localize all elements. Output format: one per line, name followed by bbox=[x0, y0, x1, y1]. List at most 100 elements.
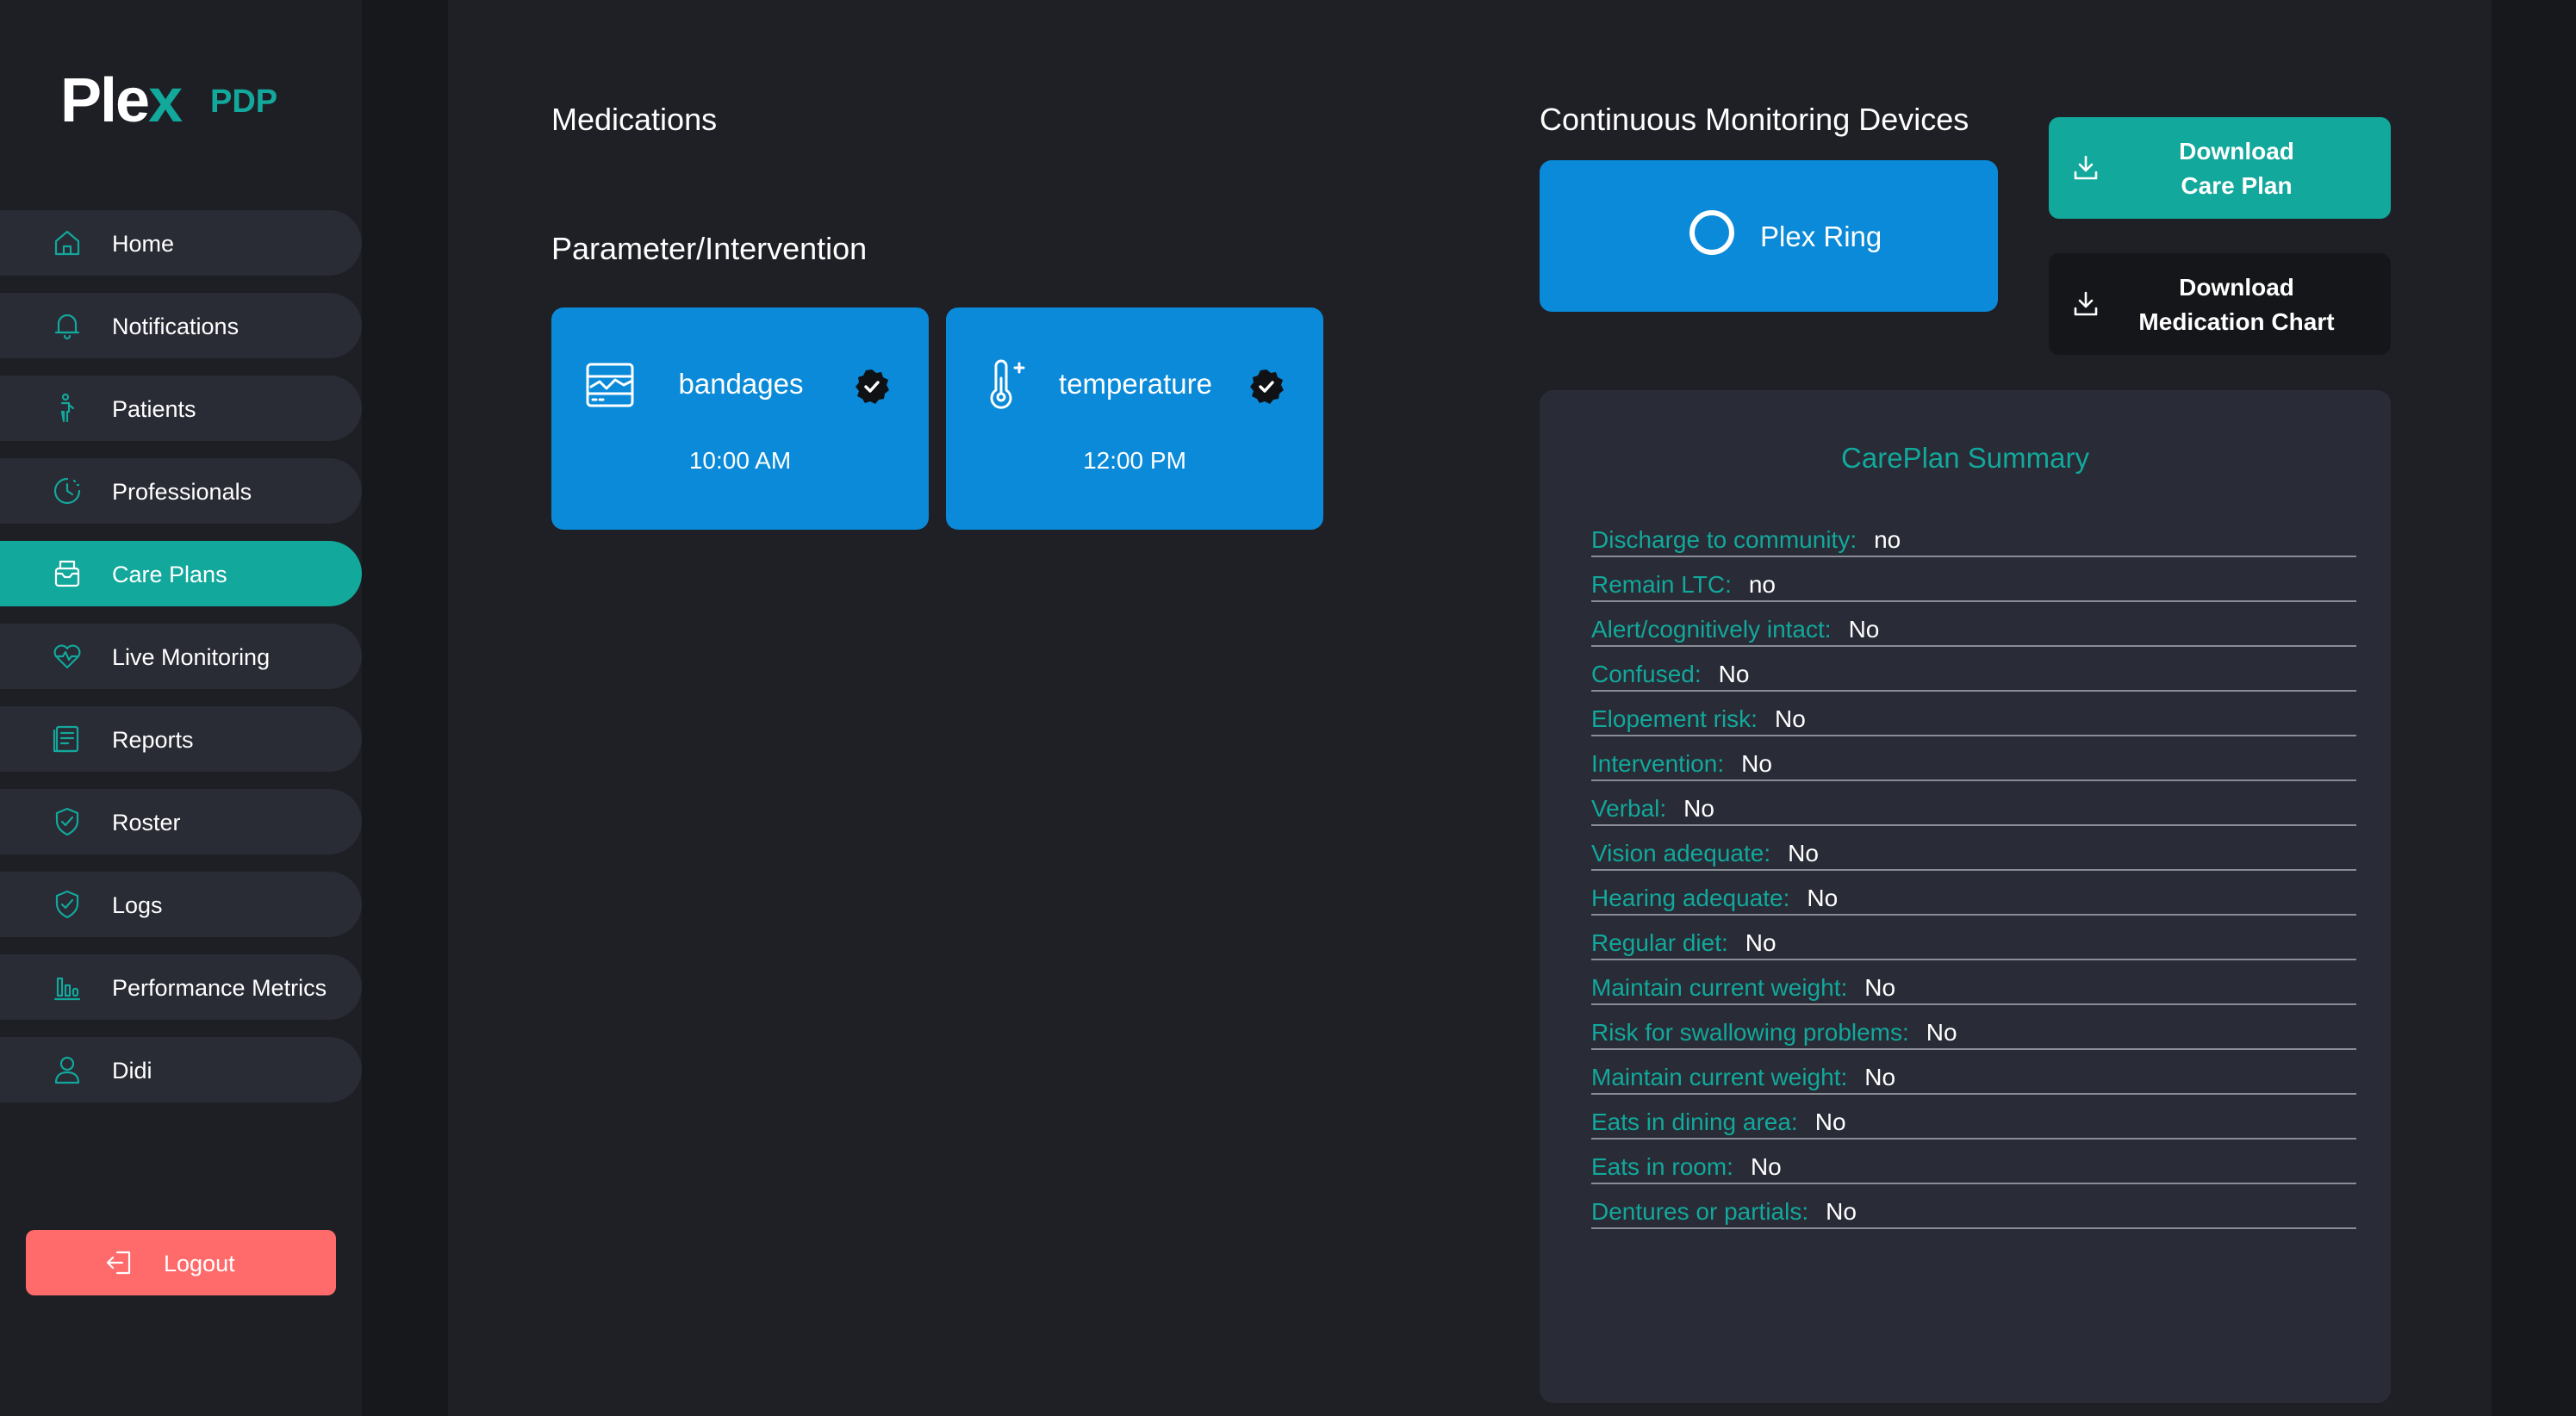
summary-row: Eats in room: No bbox=[1591, 1140, 2356, 1184]
ring-icon bbox=[1689, 210, 1734, 255]
parameter-card-bandages[interactable]: bandages 10:00 AM bbox=[551, 307, 929, 530]
sidebar-item-live-monitoring[interactable]: Live Monitoring bbox=[0, 624, 362, 689]
summary-key: Discharge to community: bbox=[1591, 526, 1857, 553]
summary-row: Regular diet: No bbox=[1591, 916, 2356, 960]
logout-button[interactable]: Logout bbox=[26, 1230, 336, 1295]
summary-row: Vision adequate: No bbox=[1591, 826, 2356, 871]
right-gutter bbox=[2492, 0, 2576, 1416]
summary-row: Maintain current weight: No bbox=[1591, 1050, 2356, 1095]
summary-row: Dentures or partials: No bbox=[1591, 1184, 2356, 1229]
summary-value: No bbox=[1926, 1019, 1957, 1046]
summary-list: Discharge to community: no Remain LTC: no Al… bbox=[1591, 512, 2356, 1229]
sidebar-item-label: Reports bbox=[112, 727, 194, 753]
medications-title: Medications bbox=[551, 102, 718, 137]
device-card-plex-ring[interactable]: Plex Ring bbox=[1540, 160, 1998, 312]
download-medication-chart-button[interactable]: Download Medication Chart bbox=[2049, 253, 2391, 355]
summary-value: no bbox=[1874, 526, 1901, 553]
care-plan-icon bbox=[50, 556, 84, 591]
summary-row: Remain LTC: no bbox=[1591, 557, 2356, 602]
left-gutter bbox=[362, 0, 448, 1416]
summary-value: No bbox=[1683, 795, 1714, 822]
summary-row: Confused: No bbox=[1591, 647, 2356, 692]
summary-row: Discharge to community: no bbox=[1591, 512, 2356, 557]
summary-key: Eats in dining area: bbox=[1591, 1109, 1798, 1135]
sidebar-item-home[interactable]: Home bbox=[0, 210, 362, 276]
summary-row: Elopement risk: No bbox=[1591, 692, 2356, 736]
summary-value: No bbox=[1788, 840, 1819, 866]
parameter-name: bandages bbox=[678, 368, 804, 400]
sidebar-item-label: Home bbox=[112, 231, 175, 257]
parameter-card-temperature[interactable]: temperature 12:00 PM bbox=[946, 307, 1323, 530]
summary-key: Hearing adequate: bbox=[1591, 885, 1790, 911]
parameter-time: 10:00 AM bbox=[688, 447, 792, 474]
summary-row: Hearing adequate: No bbox=[1591, 871, 2356, 916]
sidebar-item-care-plans[interactable]: Care Plans bbox=[0, 541, 362, 606]
sidebar-item-profile[interactable]: Didi bbox=[0, 1037, 362, 1102]
download-icon bbox=[2071, 153, 2100, 183]
report-icon bbox=[50, 722, 84, 756]
bar-chart-icon bbox=[50, 970, 84, 1004]
home-icon bbox=[50, 226, 84, 260]
parameter-name: temperature bbox=[1059, 368, 1212, 400]
sidebar-item-reports[interactable]: Reports bbox=[0, 706, 362, 772]
download-icon bbox=[2071, 289, 2100, 319]
summary-value: no bbox=[1748, 571, 1776, 598]
summary-key: Intervention: bbox=[1591, 750, 1725, 777]
logo-suffix: PDP bbox=[210, 84, 278, 120]
sidebar: Plex PDP Home Notifications Patients Pro… bbox=[0, 0, 362, 1416]
summary-value: No bbox=[1826, 1198, 1857, 1225]
sidebar-item-label: Care Plans bbox=[112, 562, 227, 587]
summary-value: No bbox=[1848, 616, 1880, 643]
thermometer-icon bbox=[977, 357, 1032, 413]
sidebar-item-label: Live Monitoring bbox=[112, 644, 271, 670]
shield-check-icon bbox=[50, 887, 84, 922]
parameter-time: 12:00 PM bbox=[1083, 447, 1186, 474]
sidebar-nav: Home Notifications Patients Professional… bbox=[0, 210, 362, 1120]
summary-key: Vision adequate: bbox=[1591, 840, 1771, 866]
summary-key: Elopement risk: bbox=[1591, 705, 1758, 732]
summary-value: No bbox=[1864, 1064, 1896, 1090]
summary-value: No bbox=[1814, 1109, 1846, 1135]
patient-icon bbox=[50, 391, 84, 425]
summary-key: Remain LTC: bbox=[1591, 571, 1732, 598]
summary-row: Risk for swallowing problems: No bbox=[1591, 1005, 2356, 1050]
sidebar-item-label: Didi bbox=[112, 1058, 152, 1084]
sidebar-item-label: Notifications bbox=[112, 314, 240, 339]
summary-key: Confused: bbox=[1591, 661, 1702, 687]
sidebar-item-logs[interactable]: Logs bbox=[0, 872, 362, 937]
summary-key: Dentures or partials: bbox=[1591, 1198, 1809, 1225]
clock-icon bbox=[50, 474, 84, 508]
sidebar-item-label: Patients bbox=[112, 396, 196, 422]
summary-row: Alert/cognitively intact: No bbox=[1591, 602, 2356, 647]
sidebar-item-professionals[interactable]: Professionals bbox=[0, 458, 362, 524]
sidebar-item-performance-metrics[interactable]: Performance Metrics bbox=[0, 954, 362, 1020]
sidebar-item-patients[interactable]: Patients bbox=[0, 376, 362, 441]
download-care-plan-button[interactable]: Download Care Plan bbox=[2049, 117, 2391, 219]
bell-icon bbox=[50, 308, 84, 343]
shield-check-icon bbox=[50, 804, 84, 839]
sidebar-item-notifications[interactable]: Notifications bbox=[0, 293, 362, 358]
check-badge-icon bbox=[1248, 368, 1285, 406]
summary-key: Risk for swallowing problems: bbox=[1591, 1019, 1909, 1046]
sidebar-item-label: Logs bbox=[112, 892, 163, 918]
sidebar-item-label: Performance Metrics bbox=[112, 975, 327, 1001]
summary-key: Eats in room: bbox=[1591, 1153, 1733, 1180]
summary-row: Maintain current weight: No bbox=[1591, 960, 2356, 1005]
summary-value: No bbox=[1745, 929, 1776, 956]
sidebar-item-label: Professionals bbox=[112, 479, 252, 505]
summary-value: No bbox=[1807, 885, 1839, 911]
summary-row: Intervention: No bbox=[1591, 736, 2356, 781]
device-label: Plex Ring bbox=[1760, 220, 1882, 252]
summary-value: No bbox=[1774, 705, 1806, 732]
sidebar-item-roster[interactable]: Roster bbox=[0, 789, 362, 854]
summary-value: No bbox=[1750, 1153, 1782, 1180]
summary-key: Verbal: bbox=[1591, 795, 1667, 822]
user-icon bbox=[50, 1053, 84, 1087]
check-badge-icon bbox=[853, 368, 891, 406]
summary-row: Verbal: No bbox=[1591, 781, 2356, 826]
download-care-plan-label: Download Care Plan bbox=[2179, 138, 2294, 199]
summary-key: Regular diet: bbox=[1591, 929, 1728, 956]
sidebar-item-label: Roster bbox=[112, 810, 181, 835]
summary-key: Alert/cognitively intact: bbox=[1591, 616, 1832, 643]
devices-title: Continuous Monitoring Devices bbox=[1540, 102, 1969, 137]
